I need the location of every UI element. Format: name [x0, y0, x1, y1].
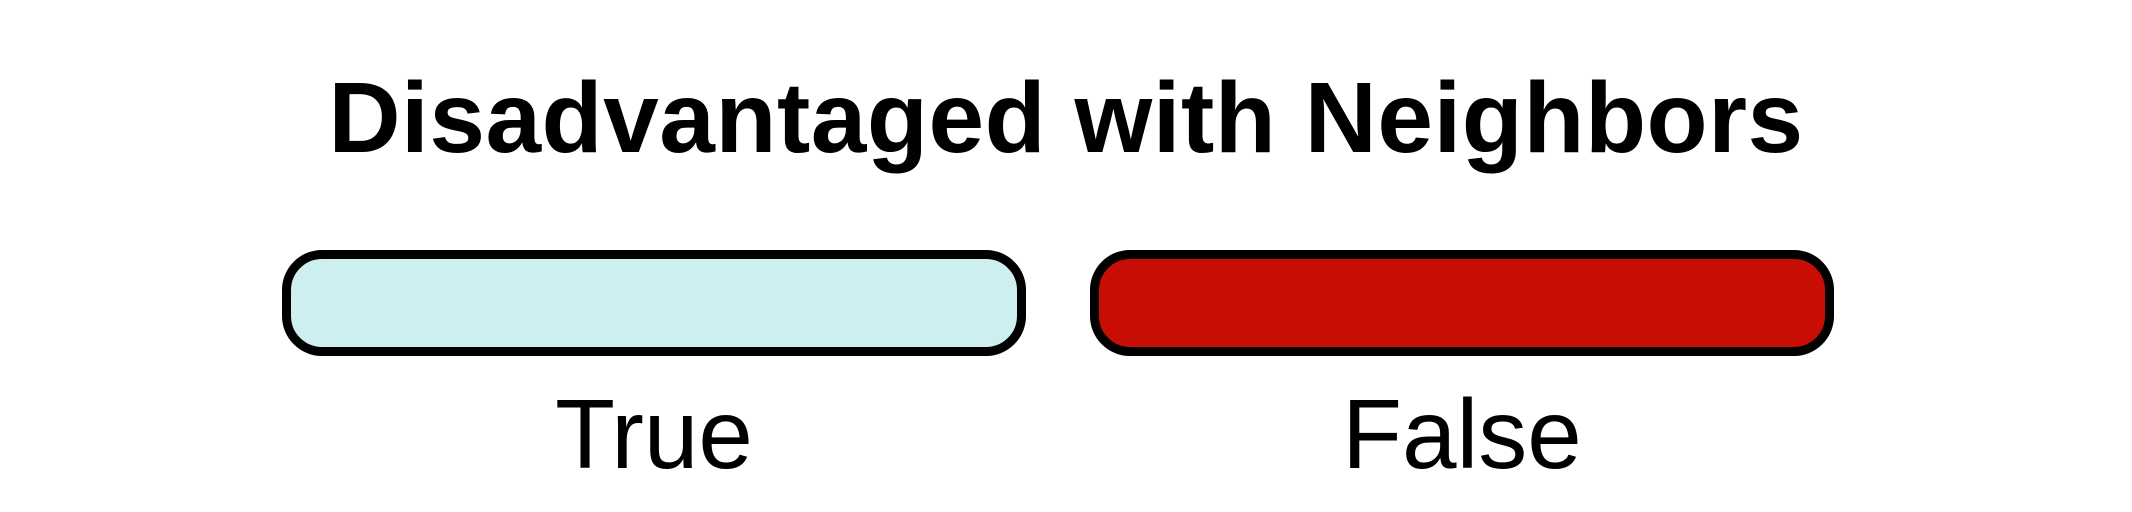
legend-label-false: False	[1342, 379, 1582, 489]
legend-item-true: True	[282, 250, 1026, 490]
legend-items: True False	[0, 250, 2132, 490]
legend-swatch-false	[1090, 250, 1834, 356]
legend-item-false: False	[1090, 250, 1834, 490]
legend-title: Disadvantaged with Neighbors	[328, 62, 1804, 174]
legend-swatch-true	[282, 250, 1026, 356]
legend-label-true: True	[555, 379, 753, 489]
